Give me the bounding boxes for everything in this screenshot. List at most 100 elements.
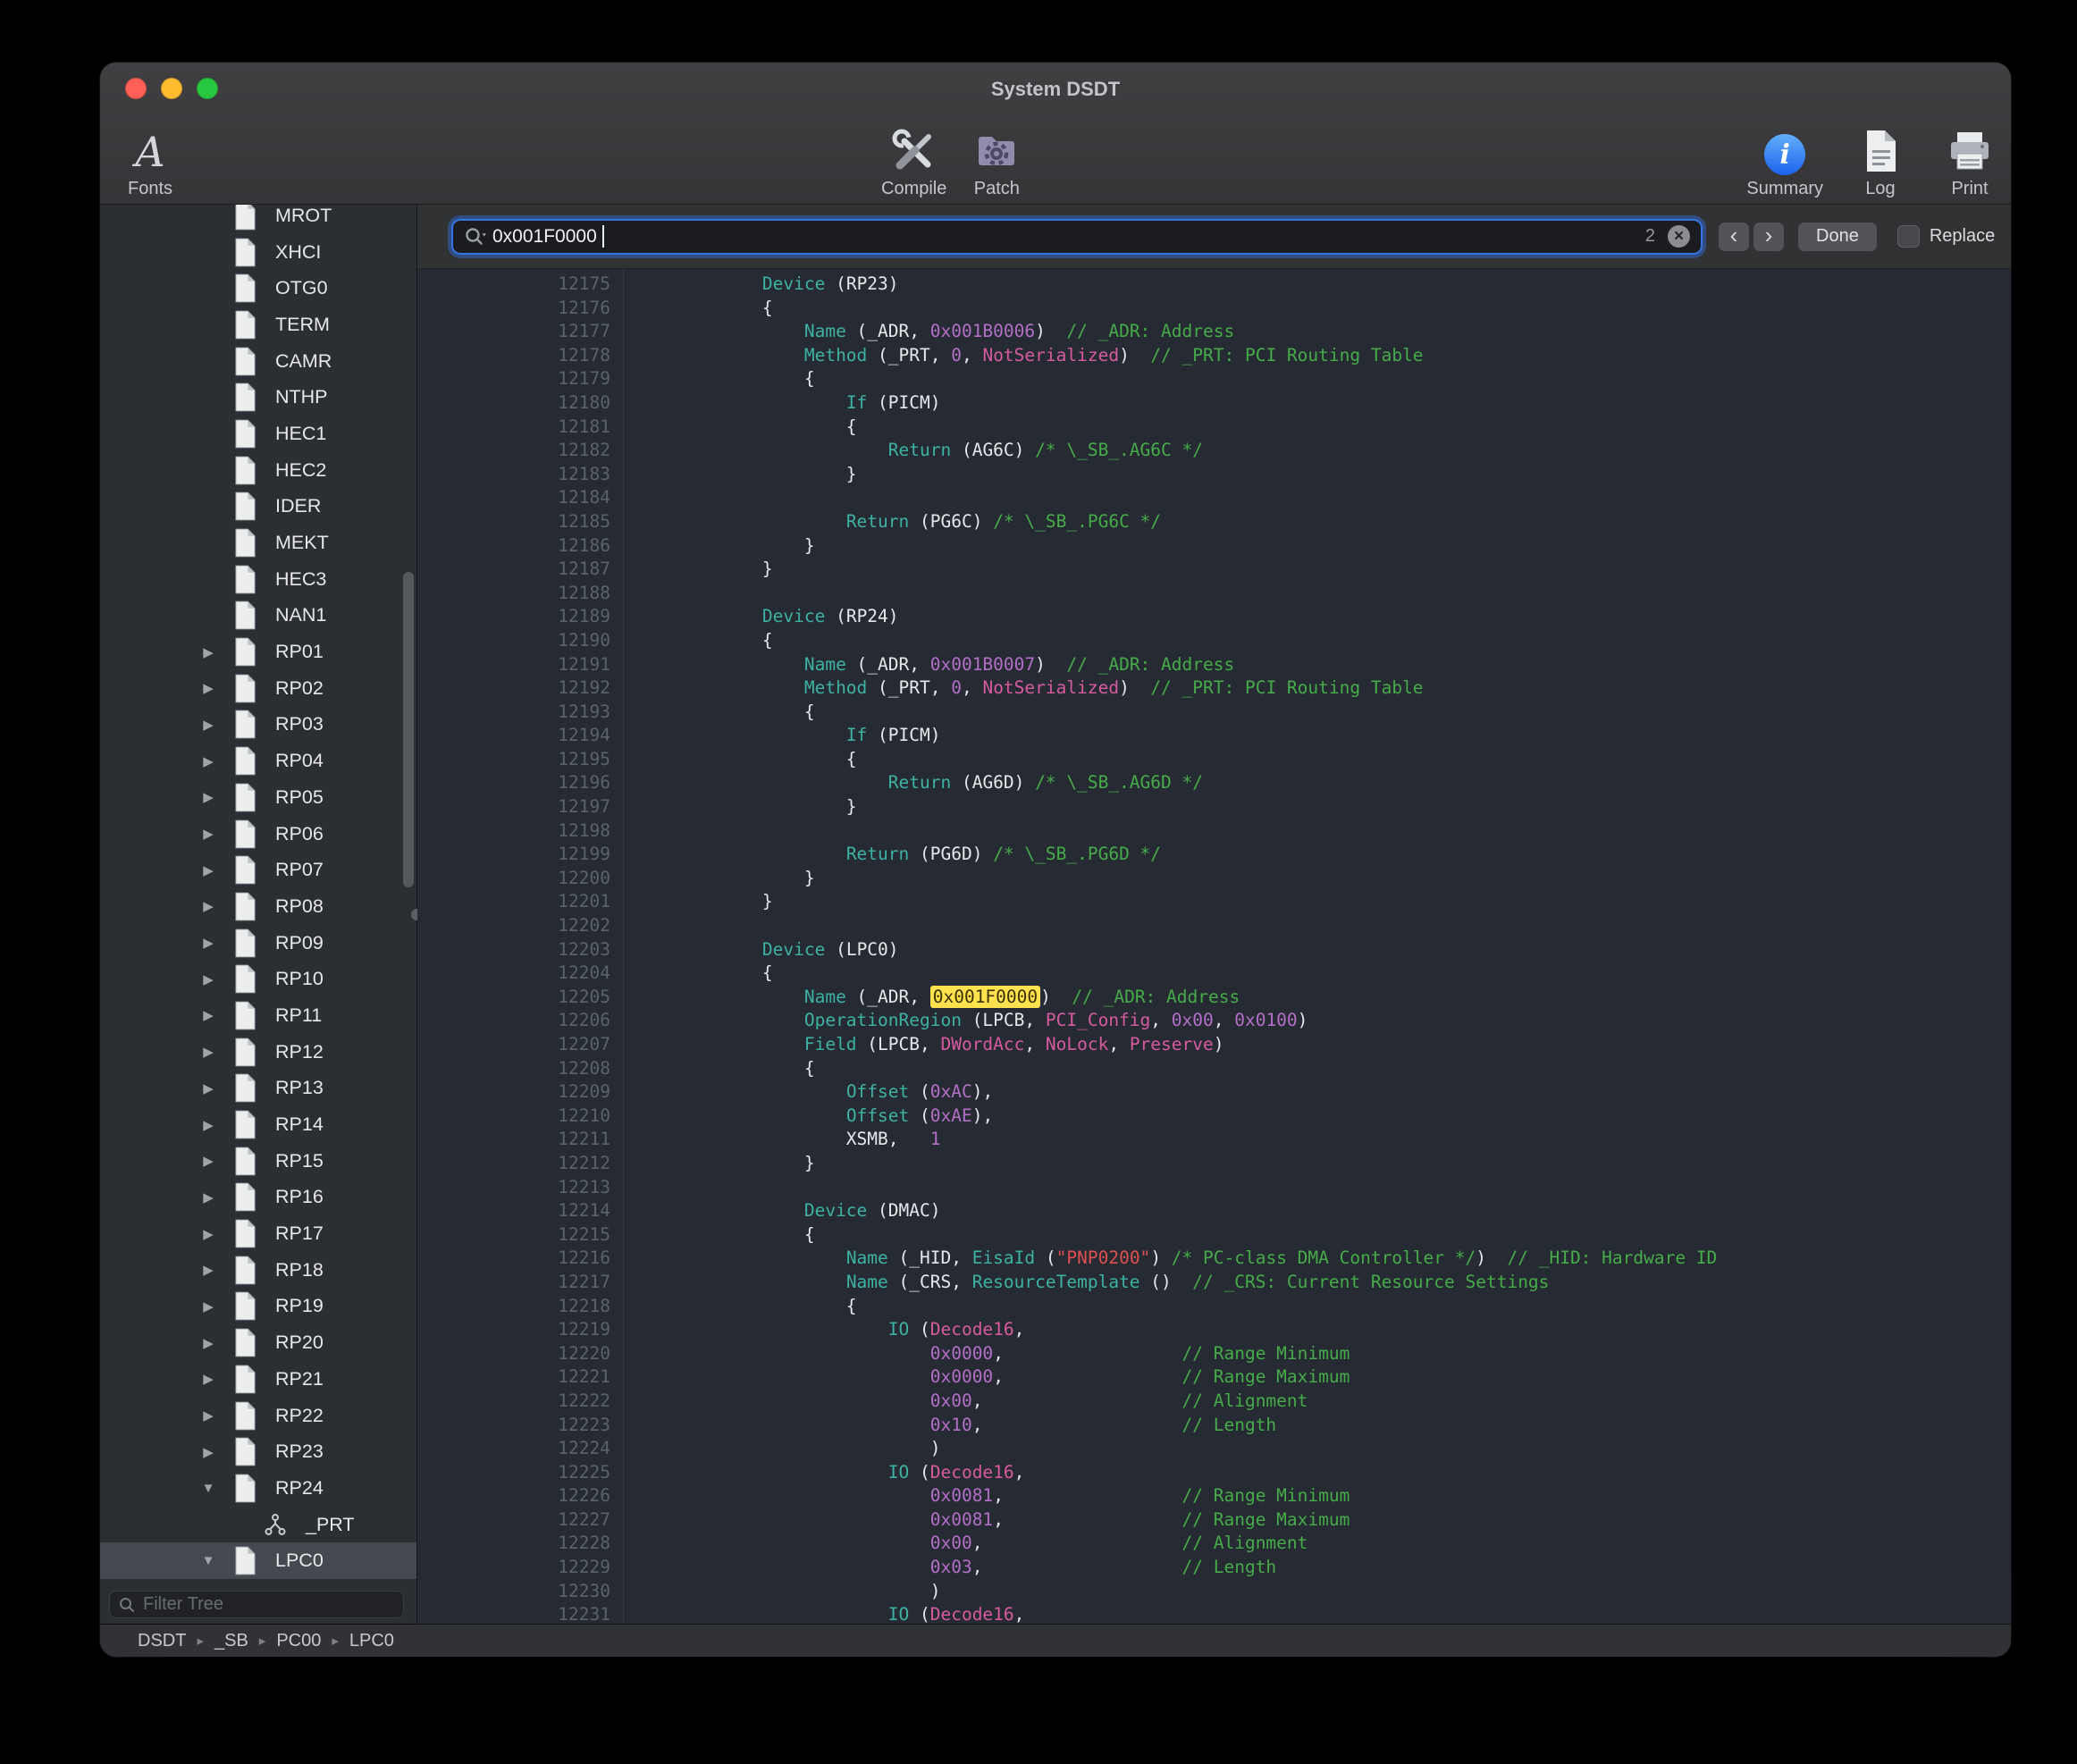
sidebar-item-hec3[interactable]: HEC3 xyxy=(100,561,416,598)
sidebar-item-rp18[interactable]: ▶RP18 xyxy=(100,1252,416,1289)
sidebar-item-rp05[interactable]: ▶RP05 xyxy=(100,779,416,816)
sidebar-item-rp11[interactable]: ▶RP11 xyxy=(100,997,416,1034)
breadcrumb-item-_sb[interactable]: _SB xyxy=(214,1631,248,1651)
sidebar-item-rp17[interactable]: ▶RP17 xyxy=(100,1215,416,1252)
sidebar-item-mekt[interactable]: MEKT xyxy=(100,525,416,561)
summary-button[interactable]: i Summary xyxy=(1741,116,1829,198)
sidebar-item-mrot[interactable]: MROT xyxy=(100,205,416,234)
compile-button[interactable]: Compile xyxy=(876,116,952,198)
titlebar[interactable]: System DSDT xyxy=(100,63,2011,114)
close-button[interactable] xyxy=(125,78,147,99)
line-number: 12206 xyxy=(417,1009,610,1033)
sidebar-item-xhci[interactable]: XHCI xyxy=(100,234,416,271)
find-next-button[interactable]: › xyxy=(1753,223,1784,251)
zoom-button[interactable] xyxy=(197,78,218,99)
print-button[interactable]: Print xyxy=(1932,116,2007,198)
sidebar-item-rp21[interactable]: ▶RP21 xyxy=(100,1361,416,1398)
sidebar-item-rp24[interactable]: ▼RP24 xyxy=(100,1470,416,1507)
sidebar-item-rp09[interactable]: ▶RP09 xyxy=(100,925,416,962)
done-button[interactable]: Done xyxy=(1798,223,1877,251)
filter-tree-field[interactable]: Filter Tree xyxy=(109,1591,404,1618)
disclosure-triangle-icon[interactable]: ▶ xyxy=(193,862,223,878)
sidebar-item-hec2[interactable]: HEC2 xyxy=(100,452,416,489)
sidebar-item-camr[interactable]: CAMR xyxy=(100,343,416,380)
breadcrumb-item-dsdt[interactable]: DSDT xyxy=(138,1631,186,1651)
disclosure-triangle-icon[interactable]: ▶ xyxy=(193,1262,223,1278)
line-number: 12209 xyxy=(417,1080,610,1105)
disclosure-triangle-icon[interactable]: ▶ xyxy=(193,1007,223,1023)
disclosure-triangle-icon[interactable]: ▶ xyxy=(193,1298,223,1315)
disclosure-triangle-icon[interactable]: ▶ xyxy=(193,1371,223,1387)
disclosure-triangle-icon[interactable]: ▶ xyxy=(193,753,223,769)
device-icon xyxy=(231,309,258,340)
sidebar-item-rp10[interactable]: ▶RP10 xyxy=(100,961,416,997)
disclosure-triangle-icon[interactable]: ▼ xyxy=(193,1553,223,1568)
sidebar-scrollbar[interactable] xyxy=(403,572,414,887)
disclosure-triangle-icon[interactable]: ▶ xyxy=(193,1117,223,1133)
sidebar-item-rp12[interactable]: ▶RP12 xyxy=(100,1034,416,1071)
breadcrumb-item-pc00[interactable]: PC00 xyxy=(276,1631,321,1651)
sidebar-item-term[interactable]: TERM xyxy=(100,307,416,343)
disclosure-triangle-icon[interactable]: ▶ xyxy=(193,1189,223,1205)
device-icon xyxy=(231,782,258,812)
code-line: 12189 Device (RP24) xyxy=(417,605,2011,629)
patch-button[interactable]: Patch xyxy=(959,116,1034,198)
replace-checkbox[interactable] xyxy=(1897,225,1920,248)
sidebar-item-rp08[interactable]: ▶RP08 xyxy=(100,888,416,925)
find-previous-button[interactable]: ‹ xyxy=(1719,223,1749,251)
sidebar-item-rp04[interactable]: ▶RP04 xyxy=(100,743,416,779)
sidebar-item-rp22[interactable]: ▶RP22 xyxy=(100,1398,416,1434)
sidebar-item-rp06[interactable]: ▶RP06 xyxy=(100,816,416,853)
sidebar-item-label: CAMR xyxy=(275,350,332,373)
line-number: 12228 xyxy=(417,1532,610,1556)
disclosure-triangle-icon[interactable]: ▶ xyxy=(193,1444,223,1460)
disclosure-triangle-icon[interactable]: ▶ xyxy=(193,717,223,733)
disclosure-triangle-icon[interactable]: ▶ xyxy=(193,971,223,987)
line-number: 12212 xyxy=(417,1152,610,1176)
line-number: 12219 xyxy=(417,1318,610,1342)
minimize-button[interactable] xyxy=(161,78,182,99)
sidebar-item-rp01[interactable]: ▶RP01 xyxy=(100,634,416,670)
sidebar-item-rp02[interactable]: ▶RP02 xyxy=(100,670,416,707)
sidebar-item-rp14[interactable]: ▶RP14 xyxy=(100,1106,416,1143)
disclosure-triangle-icon[interactable]: ▶ xyxy=(193,1080,223,1096)
disclosure-triangle-icon[interactable]: ▼ xyxy=(193,1481,223,1496)
disclosure-triangle-icon[interactable]: ▶ xyxy=(193,898,223,914)
search-field[interactable]: 0x001F0000 2 × xyxy=(451,219,1703,255)
log-button[interactable]: Log xyxy=(1843,116,1918,198)
clear-search-button[interactable]: × xyxy=(1668,225,1690,248)
device-icon xyxy=(231,855,258,886)
disclosure-triangle-icon[interactable]: ▶ xyxy=(193,1044,223,1060)
sidebar-item-nan1[interactable]: NAN1 xyxy=(100,598,416,634)
sidebar-item-ider[interactable]: IDER xyxy=(100,489,416,525)
breadcrumb-item-lpc0[interactable]: LPC0 xyxy=(349,1631,394,1651)
fonts-button[interactable]: A Fonts xyxy=(113,116,188,198)
disclosure-triangle-icon[interactable]: ▶ xyxy=(193,826,223,842)
sidebar-item-_prt[interactable]: _PRT xyxy=(100,1507,416,1543)
sidebar-item-lpc0[interactable]: ▼ LPC0 xyxy=(100,1542,416,1579)
patch-label: Patch xyxy=(974,179,1020,198)
disclosure-triangle-icon[interactable]: ▶ xyxy=(193,680,223,696)
disclosure-triangle-icon[interactable]: ▶ xyxy=(193,644,223,660)
disclosure-triangle-icon[interactable]: ▶ xyxy=(193,1407,223,1424)
code-editor[interactable]: 12175 Device (RP23)12176 {12177 Name (_A… xyxy=(417,269,2011,1625)
code-line: 12194 If (PICM) xyxy=(417,724,2011,748)
sidebar-item-otg0[interactable]: OTG0 xyxy=(100,270,416,307)
disclosure-triangle-icon[interactable]: ▶ xyxy=(193,1335,223,1351)
sidebar-item-rp23[interactable]: ▶RP23 xyxy=(100,1433,416,1470)
sidebar-item-label: MROT xyxy=(275,205,332,227)
sidebar-item-rp20[interactable]: ▶RP20 xyxy=(100,1324,416,1361)
disclosure-triangle-icon[interactable]: ▶ xyxy=(193,789,223,805)
sidebar-item-rp07[interactable]: ▶RP07 xyxy=(100,852,416,888)
sidebar-item-label: LPC0 xyxy=(275,1550,324,1572)
sidebar-item-nthp[interactable]: NTHP xyxy=(100,379,416,416)
sidebar-item-rp13[interactable]: ▶RP13 xyxy=(100,1071,416,1107)
disclosure-triangle-icon[interactable]: ▶ xyxy=(193,1226,223,1242)
sidebar-item-rp03[interactable]: ▶RP03 xyxy=(100,707,416,743)
sidebar-item-rp15[interactable]: ▶RP15 xyxy=(100,1143,416,1180)
sidebar-item-rp19[interactable]: ▶RP19 xyxy=(100,1289,416,1325)
disclosure-triangle-icon[interactable]: ▶ xyxy=(193,935,223,951)
sidebar-item-rp16[interactable]: ▶RP16 xyxy=(100,1180,416,1216)
disclosure-triangle-icon[interactable]: ▶ xyxy=(193,1153,223,1169)
sidebar-item-hec1[interactable]: HEC1 xyxy=(100,416,416,452)
